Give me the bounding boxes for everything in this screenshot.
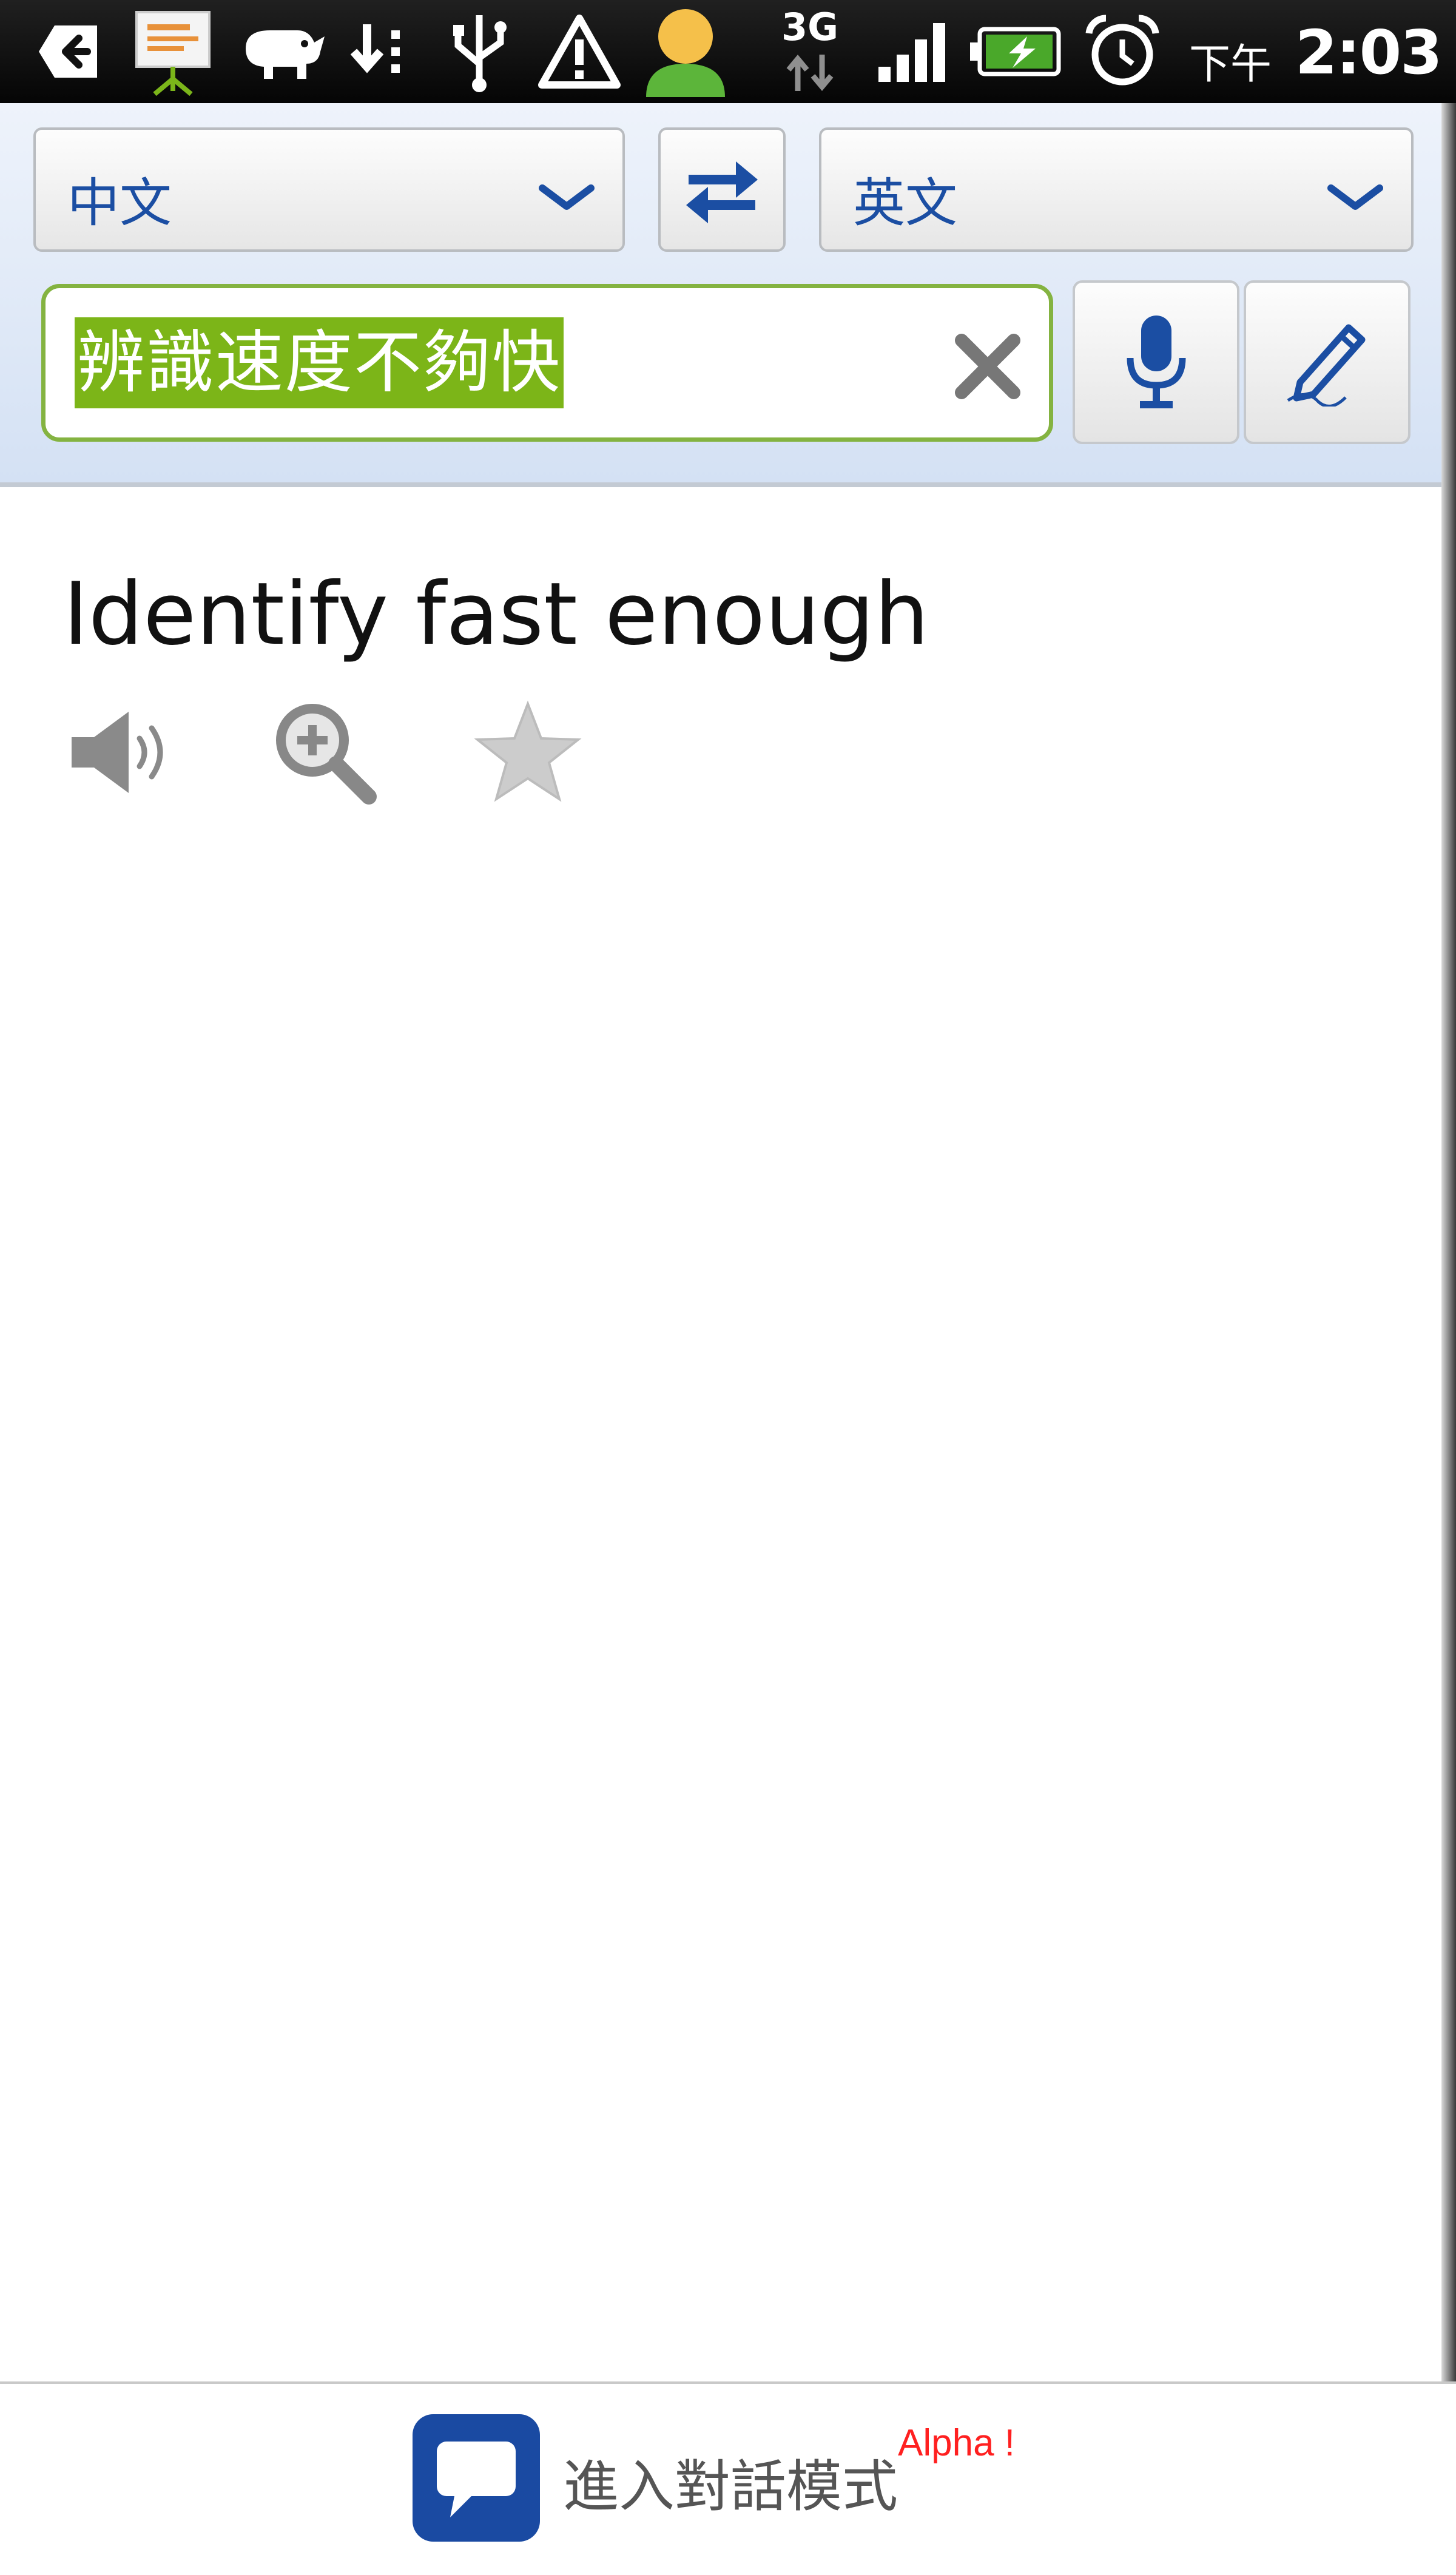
presentation-icon [127,0,218,103]
speaker-icon[interactable] [61,695,176,810]
alarm-clock-icon [1080,0,1165,103]
clear-icon[interactable] [952,331,1023,402]
status-ampm: 下午 [1189,41,1272,89]
translation-result: Identify fast enough [63,564,929,664]
microphone-icon [1123,312,1190,412]
swap-languages-button[interactable] [658,127,786,252]
source-text-value[interactable]: 辨識速度不夠快 [75,317,564,408]
signal-strength-icon [874,0,952,103]
alpha-badge: Alpha ! [898,2422,1016,2464]
back-arrow-icon [30,0,109,103]
target-language-select[interactable]: 英文 [819,127,1414,252]
conversation-mode-label[interactable]: 進入對話模式 [563,2442,898,2522]
battery-charging-icon [968,0,1062,103]
star-icon[interactable] [470,695,585,810]
source-language-label: 中文 [67,173,172,234]
warning-icon [534,0,625,103]
rhino-icon [234,0,331,103]
source-language-select[interactable]: 中文 [33,127,625,252]
translate-controls-panel: 中文 英文 辨識速度不夠快 [0,103,1456,487]
network-type-label: 3G [781,5,839,49]
chat-bubble-icon[interactable] [413,2414,540,2542]
voice-input-button[interactable] [1073,280,1239,444]
scroll-edge-shadow [1441,103,1456,2384]
chevron-down-icon [536,182,597,215]
status-time: 2:03 [1295,17,1443,88]
network-activity-icon [783,49,837,97]
contact-avatar-icon [637,0,734,103]
conversation-mode-bar[interactable]: 進入對話模式 Alpha ! [0,2381,1456,2575]
usb-icon [437,0,522,103]
target-language-label: 英文 [853,173,957,234]
swap-languages-icon [682,149,761,231]
chevron-down-icon [1325,182,1386,215]
zoom-in-icon[interactable] [267,695,382,810]
handwriting-input-button[interactable] [1244,280,1410,444]
status-bar: 3G 下午 2:03 [0,0,1456,103]
download-icon [340,0,419,103]
source-text-input[interactable]: 辨識速度不夠快 [41,284,1053,442]
handwriting-pen-icon [1282,316,1373,409]
